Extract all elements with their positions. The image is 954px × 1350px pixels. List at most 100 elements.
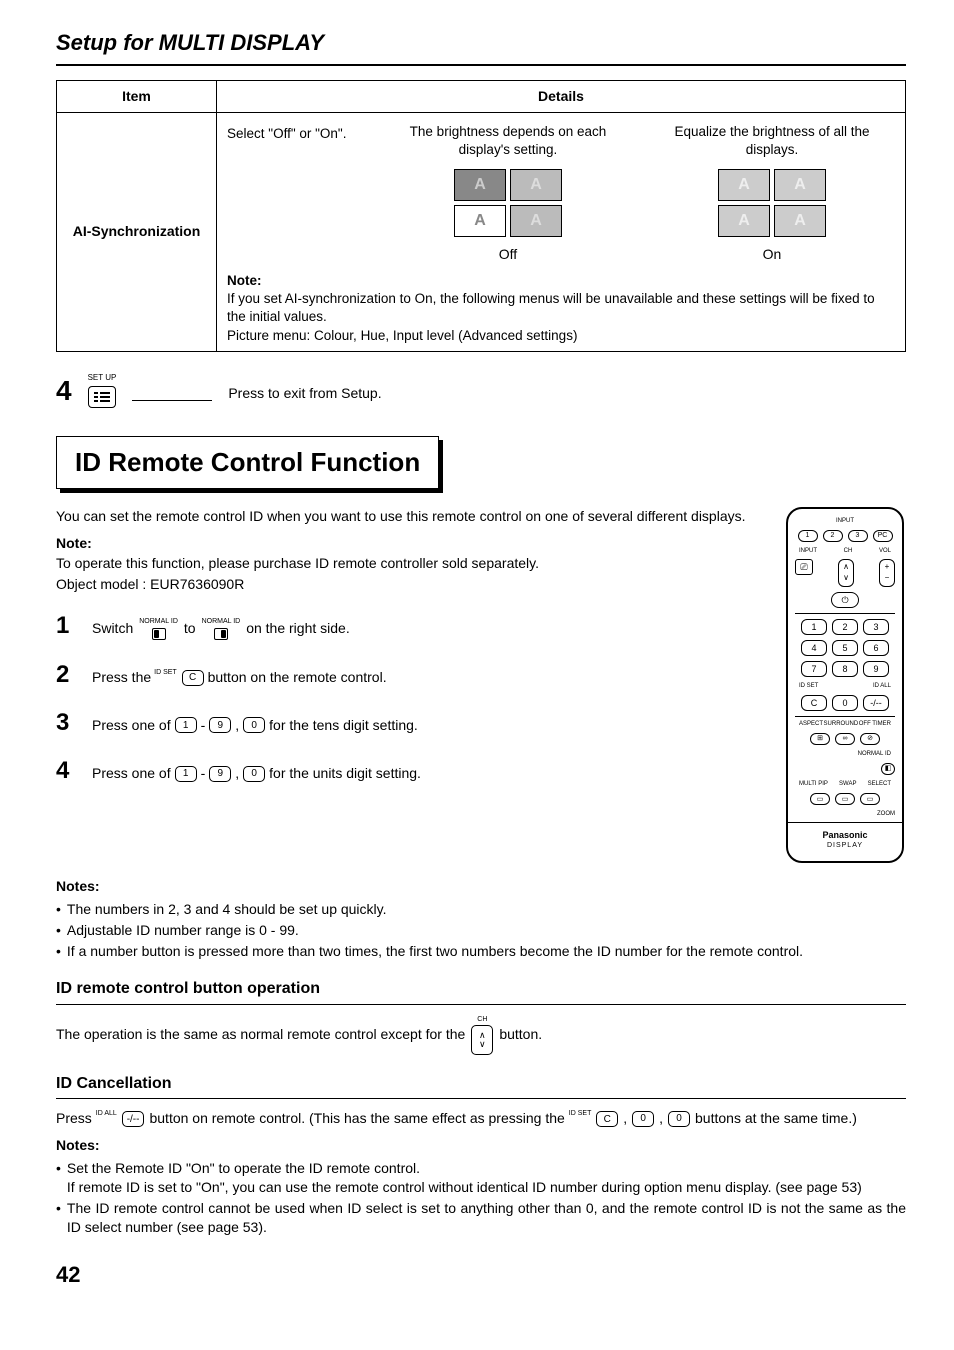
bullet-icon: • — [56, 1159, 61, 1197]
grid-cell: A — [718, 205, 770, 237]
note-line: If you set AI-synchronization to On, the… — [227, 290, 895, 326]
button-super: ID ALL — [96, 1110, 117, 1117]
step-text: on the right side. — [246, 619, 350, 638]
subheading-operation: ID remote control button operation — [56, 978, 906, 1005]
step-text: for the tens digit setting. — [269, 716, 418, 735]
step-text: button on the remote control. — [208, 668, 387, 687]
remote-num-btn: 9 — [863, 661, 889, 677]
remote-btn: 1 — [798, 530, 818, 542]
note-text: Object model : EUR7636090R — [56, 575, 906, 594]
num-button-icon: 9 — [209, 766, 231, 782]
remote-label: ASPECT — [799, 720, 823, 728]
step-number: 2 — [56, 659, 74, 691]
remote-brand: Panasonic — [795, 829, 895, 841]
step-text: Switch — [92, 619, 133, 638]
note-item: The numbers in 2, 3 and 4 should be set … — [67, 900, 387, 919]
remote-num-btn: 3 — [863, 619, 889, 635]
num-button-icon: 0 — [243, 717, 265, 733]
button-super: ID SET — [569, 1110, 592, 1117]
notes-list: • Set the Remote ID "On" to operate the … — [56, 1159, 906, 1237]
remote-label: OFF TIMER — [859, 720, 891, 728]
remote-illustration: INPUT 1 2 3 PC INPUTCHVOL ⎚ ∧∨ +− ⏻ 1 2 … — [786, 507, 906, 863]
step-text: Press the — [92, 668, 151, 687]
remote-label: ID ALL — [873, 682, 891, 690]
on-column: Equalize the brightness of all the displ… — [649, 123, 895, 264]
step-3: 3 Press one of 1 - 9 , 0 for the tens di… — [56, 707, 774, 739]
comma: , — [659, 1109, 663, 1128]
step-number: 4 — [56, 372, 72, 410]
note-item: Adjustable ID number range is 0 - 99. — [67, 921, 299, 940]
step-number: 3 — [56, 707, 74, 739]
th-item: Item — [57, 80, 217, 112]
remote-num-btn: 5 — [832, 640, 858, 656]
button-super: ID SET — [154, 669, 177, 676]
num-button-icon: 0 — [243, 766, 265, 782]
details-table: Item Details AI-Synchronization Select "… — [56, 80, 906, 352]
intro-text: You can set the remote control ID when y… — [56, 507, 906, 526]
step-text: Press to exit from Setup. — [228, 384, 381, 403]
on-grid: A A A A — [718, 169, 826, 237]
remote-power-btn: ⏻ — [831, 592, 859, 608]
ch-button-icon: ∧∨ — [471, 1025, 493, 1055]
switch-normal-icon: NORMAL ID — [139, 617, 178, 639]
grid-cell: A — [510, 169, 562, 201]
dash: - — [201, 716, 206, 735]
setup-button-icon: SET UP — [88, 373, 117, 408]
comma: , — [235, 716, 239, 735]
operation-text: button. — [499, 1025, 542, 1044]
num-button-icon: 1 — [175, 766, 197, 782]
notes-head: Notes: — [56, 1136, 906, 1155]
note-head: Note: — [56, 534, 906, 553]
step-number: 4 — [56, 755, 74, 787]
remote-num-btn: 0 — [832, 695, 858, 711]
remote-c-btn: C — [801, 695, 827, 711]
setup-icon-label: SET UP — [88, 373, 117, 384]
remote-label: INPUT — [799, 547, 817, 555]
cancel-text: button on remote control. (This has the … — [149, 1109, 564, 1128]
remote-label: NORMAL — [858, 750, 884, 758]
off-label: Off — [385, 245, 631, 264]
notes-list: • The numbers in 2, 3 and 4 should be set… — [56, 900, 906, 961]
idall-button-icon: -/-- — [122, 1111, 145, 1127]
remote-label: SURROUND — [824, 720, 859, 728]
num-button-icon: 0 — [632, 1111, 654, 1127]
remote-btn: 2 — [823, 530, 843, 542]
note-item: If a number button is pressed more than … — [67, 942, 803, 961]
table-note: Note: If you set AI-synchronization to O… — [227, 272, 895, 345]
num-button-icon: 0 — [668, 1111, 690, 1127]
step-text: Press one of — [92, 764, 171, 783]
remote-btn: ▭ — [810, 793, 830, 805]
step-1: 1 Switch NORMAL ID to NORMAL ID on the r… — [56, 610, 774, 642]
off-grid: A A A A — [454, 169, 562, 237]
on-caption: Equalize the brightness of all the displ… — [649, 123, 895, 159]
grid-cell: A — [774, 169, 826, 201]
note-text: To operate this function, please purchas… — [56, 554, 906, 573]
remote-label: CH — [844, 547, 853, 555]
remote-btn: ∞ — [835, 733, 855, 745]
grid-cell: A — [718, 169, 770, 201]
step-4-setup: 4 SET UP Press to exit from Setup. — [56, 372, 906, 410]
row-details: Select "Off" or "On". The brightness dep… — [217, 112, 906, 351]
remote-label: VOL — [879, 547, 891, 555]
remote-label: SWAP — [839, 780, 856, 788]
step-2: 2 Press the ID SET C button on the remot… — [56, 659, 774, 691]
remote-btn: 3 — [848, 530, 868, 542]
step-text: Press one of — [92, 716, 171, 735]
step-4: 4 Press one of 1 - 9 , 0 for the units d… — [56, 755, 774, 787]
operation-text: The operation is the same as normal remo… — [56, 1025, 465, 1044]
th-details: Details — [217, 80, 906, 112]
bullet-icon: • — [56, 921, 61, 940]
section-title: Setup for MULTI DISPLAY — [56, 28, 906, 66]
remote-btn: PC — [873, 530, 893, 542]
note-item: Set the Remote ID "On" to operate the ID… — [67, 1159, 862, 1197]
step-number: 1 — [56, 610, 74, 642]
remote-label: ID SET — [799, 682, 818, 690]
step-text: for the units digit setting. — [269, 764, 421, 783]
note-title: Note: — [227, 272, 895, 290]
remote-vol-btn: +− — [879, 559, 895, 587]
remote-input-btn: ⎚ — [795, 559, 813, 575]
grid-cell: A — [454, 205, 506, 237]
switch-id-icon: NORMAL ID — [202, 617, 241, 639]
cancel-text: Press — [56, 1109, 92, 1128]
grid-cell: A — [454, 169, 506, 201]
